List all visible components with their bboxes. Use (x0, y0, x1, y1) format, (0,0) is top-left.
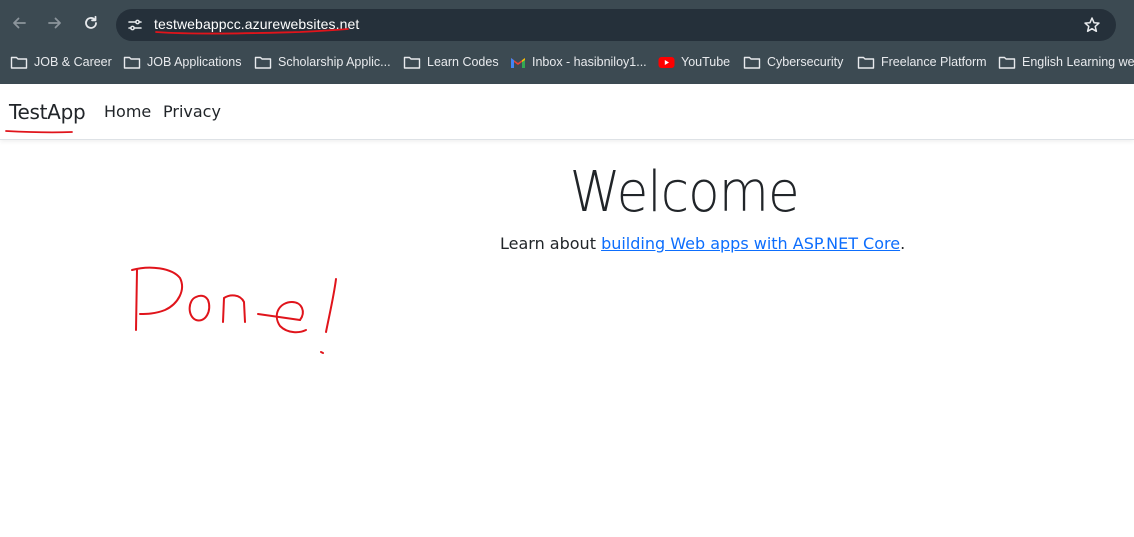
bookmark-english-learning[interactable]: English Learning web (998, 50, 1134, 74)
folder-icon (743, 56, 761, 69)
nav-link-home[interactable]: Home (104, 102, 151, 121)
arrow-right-icon (48, 17, 61, 29)
bookmark-job-applications[interactable]: JOB Applications (123, 50, 242, 74)
folder-icon (857, 56, 875, 69)
bookmark-inbox[interactable]: Inbox - hasibniloy1... (510, 50, 647, 74)
reload-icon (85, 15, 97, 29)
browser-toolbar: testwebappcc.azurewebsites.net (0, 4, 1134, 46)
youtube-icon (658, 56, 675, 68)
learn-prefix: Learn about (500, 234, 602, 253)
bookmark-scholarship[interactable]: Scholarship Applic... (254, 50, 391, 74)
bookmark-label: English Learning web (1022, 55, 1134, 69)
arrow-left-icon (13, 17, 26, 29)
page-heading: Welcome (569, 160, 800, 225)
forward-button[interactable] (40, 8, 70, 38)
back-button[interactable] (4, 8, 34, 38)
site-info-button[interactable] (122, 12, 148, 38)
nav-link-privacy[interactable]: Privacy (163, 102, 221, 121)
bookmark-freelance[interactable]: Freelance Platform (857, 50, 987, 74)
bookmark-job-career[interactable]: JOB & Career (10, 50, 112, 74)
app-navbar: TestApp Home Privacy (0, 84, 1134, 140)
bookmark-label: Scholarship Applic... (278, 55, 391, 69)
bookmark-label: Inbox - hasibniloy1... (532, 55, 647, 69)
bookmarks-bar: JOB & Career JOB Applications Scholarshi… (0, 50, 1134, 76)
learn-suffix: . (900, 234, 906, 253)
address-bar[interactable]: testwebappcc.azurewebsites.net (116, 9, 1116, 41)
gmail-icon (511, 57, 525, 68)
url-text[interactable]: testwebappcc.azurewebsites.net (154, 16, 359, 32)
app-brand-link[interactable]: TestApp (9, 100, 86, 124)
reload-button[interactable] (76, 8, 106, 38)
aspnet-docs-link[interactable]: building Web apps with ASP.NET Core (601, 234, 900, 253)
learn-more-line: Learn about building Web apps with ASP.N… (500, 234, 905, 253)
browser-chrome: testwebappcc.azurewebsites.net JOB & Car… (0, 0, 1134, 84)
star-icon (1084, 17, 1100, 33)
tune-icon (128, 19, 142, 31)
done-handwriting (131, 266, 337, 354)
folder-icon (254, 56, 272, 69)
bookmark-cybersecurity[interactable]: Cybersecurity (743, 50, 843, 74)
folder-icon (403, 56, 421, 69)
bookmark-label: Learn Codes (427, 55, 499, 69)
folder-icon (123, 56, 141, 69)
bookmark-label: JOB & Career (34, 55, 112, 69)
bookmark-learn-codes[interactable]: Learn Codes (403, 50, 499, 74)
bookmark-label: JOB Applications (147, 55, 242, 69)
bookmark-label: YouTube (681, 55, 731, 69)
folder-icon (10, 56, 28, 69)
bookmark-label: Cybersecurity (767, 55, 844, 69)
folder-icon (998, 56, 1016, 69)
bookmark-star-button[interactable] (1080, 13, 1104, 37)
bookmark-label: Freelance Platform (881, 55, 987, 69)
bookmark-youtube[interactable]: YouTube (658, 50, 730, 74)
